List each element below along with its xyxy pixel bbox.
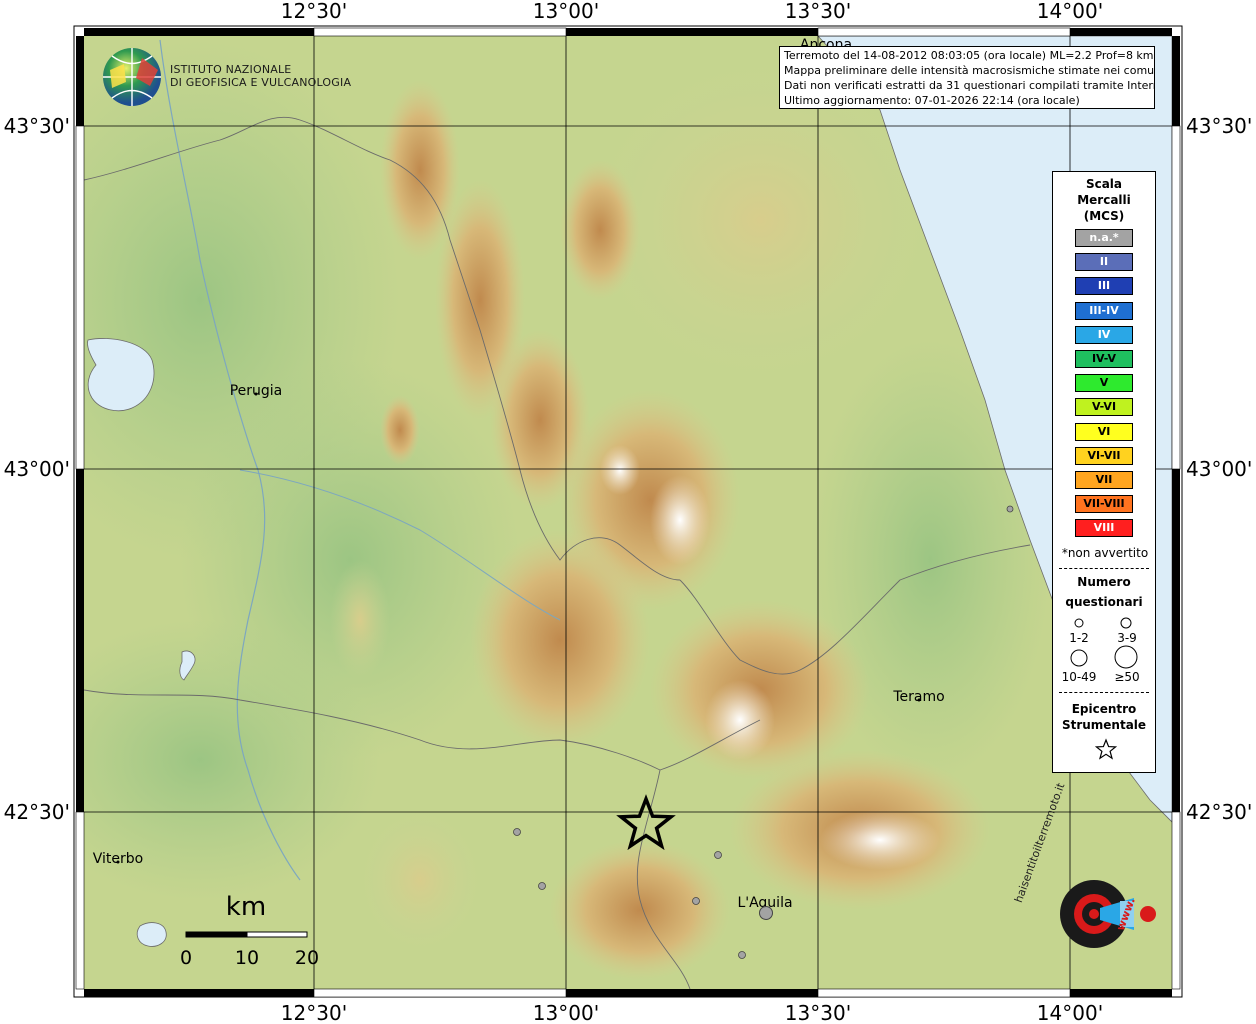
lon-label-bottom: 12°30' <box>281 1001 347 1024</box>
legend-swatch: VI <box>1075 422 1133 441</box>
scale-tick: 10 <box>235 947 259 969</box>
scale-tick: 0 <box>180 947 192 969</box>
snow-3 <box>820 810 940 870</box>
observation-marker <box>738 951 746 959</box>
legend-divider <box>1059 568 1149 569</box>
lake-trasimeno <box>87 338 155 412</box>
ingv-logo-icon <box>103 48 161 106</box>
legend-title: Scala <box>1085 177 1123 191</box>
count-label: ≥50 <box>1114 670 1140 684</box>
lat-label-right: 42°30' <box>1186 800 1252 824</box>
lat-label-left: 42°30' <box>4 800 70 824</box>
legend-title: questionari <box>1065 595 1143 609</box>
logo-line: ISTITUTO NAZIONALE <box>170 63 292 76</box>
legend-divider <box>1059 692 1149 693</box>
legend-swatch: V <box>1075 374 1133 393</box>
badge-label: www. <box>1114 896 1138 933</box>
lon-label-bottom: 14°00' <box>1037 1001 1103 1024</box>
size-circle-icon <box>1070 649 1088 667</box>
lon-label-top: 13°00' <box>533 0 599 23</box>
lon-label-top: 13°30' <box>785 0 851 23</box>
legend-title: Strumentale <box>1061 718 1147 732</box>
observation-marker <box>692 897 700 905</box>
ridge-3 <box>560 160 640 300</box>
legend-title: Mercalli <box>1077 193 1131 207</box>
lon-label-top: 14°00' <box>1037 0 1103 23</box>
legend-swatch: VI-VII <box>1075 446 1133 465</box>
size-circle-icon <box>1120 617 1132 629</box>
count-label: 1-2 <box>1069 631 1089 645</box>
city-label-viterbo: Viterbo <box>93 851 143 867</box>
legend-swatch: VIII <box>1075 519 1133 538</box>
observation-marker <box>1006 505 1014 513</box>
event-info-box: Terremoto del 14-08-2012 08:03:05 (ora l… <box>779 46 1155 109</box>
legend-title: Epicentro <box>1071 702 1137 716</box>
logo-line: DI GEOFISICA E VULCANOLOGIA <box>170 76 352 89</box>
lon-label-top: 12°30' <box>281 0 347 23</box>
legend-swatch: VII-VIII <box>1075 495 1133 514</box>
legend-swatch: III-IV <box>1075 301 1133 320</box>
city-label-teramo: Teramo <box>892 689 944 705</box>
legend-swatch: III <box>1075 277 1133 296</box>
info-line: Dati non verificati estratti da 31 quest… <box>784 79 1155 92</box>
count-label: 10-49 <box>1061 670 1097 684</box>
legend-swatch: n.a.* <box>1075 229 1133 247</box>
size-circle-icon <box>1074 618 1084 628</box>
lon-label-bottom: 13°00' <box>533 1001 599 1024</box>
terrain <box>84 36 1172 989</box>
scale-tick: 20 <box>295 947 319 969</box>
observation-marker <box>759 906 773 920</box>
ingv-logo-text: ISTITUTO NAZIONALE DI GEOFISICA E VULCAN… <box>170 63 351 89</box>
info-line: Terremoto del 14-08-2012 08:03:05 (ora l… <box>784 49 1154 62</box>
observation-marker <box>714 851 722 859</box>
lat-label-left: 43°30' <box>4 114 70 138</box>
count-label: 3-9 <box>1117 631 1137 645</box>
observation-marker <box>513 828 521 836</box>
legend-swatch: VII <box>1075 471 1133 489</box>
size-circle-icon <box>1114 645 1138 669</box>
legend-title: Numero <box>1077 575 1131 589</box>
legend-note: *non avvertito <box>1061 546 1149 560</box>
legend-swatch: V-VI <box>1075 398 1133 417</box>
city-label-perugia: Perugia <box>230 383 283 399</box>
lat-label-left: 43°00' <box>4 457 70 481</box>
legend-swatch: II <box>1075 253 1133 272</box>
info-line: Ultimo aggiornamento: 07-01-2026 22:14 (… <box>784 94 1080 107</box>
legend-title: (MCS) <box>1083 209 1125 223</box>
lake-vico <box>136 922 167 947</box>
ridge-11 <box>330 560 390 680</box>
snow-4 <box>600 445 640 495</box>
lon-label-bottom: 13°30' <box>785 1001 851 1024</box>
ridge-6 <box>470 530 650 750</box>
legend-swatch: IV <box>1075 325 1133 344</box>
legend-swatch: IV-V <box>1075 350 1133 368</box>
info-line: Mappa preliminare delle intensità macros… <box>784 64 1155 77</box>
lat-label-right: 43°30' <box>1186 114 1252 138</box>
snow-2 <box>705 680 775 760</box>
star-icon <box>1095 738 1117 760</box>
lat-label-right: 43°00' <box>1186 457 1252 481</box>
observation-marker <box>538 882 546 890</box>
ridge-10 <box>360 810 480 950</box>
legend: Scala Mercalli (MCS) n.a.* II III III-IV IV I… <box>1052 171 1156 773</box>
badge-text: haisentitoilterremoto.it www. <box>1012 781 1168 952</box>
ridge-12 <box>380 395 420 465</box>
ridge-9 <box>550 840 730 980</box>
scale-unit: km <box>226 892 266 922</box>
snow-1 <box>650 475 710 565</box>
